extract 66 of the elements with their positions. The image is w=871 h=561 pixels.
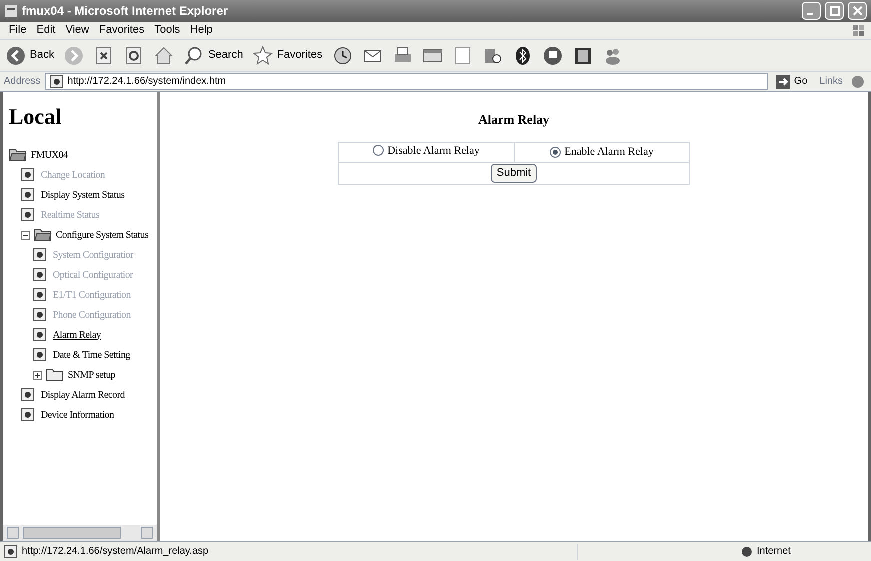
- folder-icon: [46, 368, 64, 382]
- menu-item[interactable]: View: [60, 22, 94, 39]
- maximize-icon: [830, 6, 840, 16]
- page-icon: [21, 188, 35, 202]
- back-button[interactable]: Back: [4, 46, 56, 66]
- horizontal-scrollbar[interactable]: [3, 525, 157, 541]
- tree-item-link[interactable]: Device Information: [41, 408, 114, 422]
- menu-item[interactable]: Edit: [32, 22, 61, 39]
- menu-item[interactable]: Help: [185, 22, 218, 39]
- page-icon: [33, 308, 47, 322]
- home-icon: [154, 46, 174, 66]
- tree-item-link[interactable]: Display Alarm Record: [41, 388, 125, 402]
- page-icon: [33, 348, 47, 362]
- security-zone: Internet: [757, 545, 792, 559]
- links-button[interactable]: Links: [816, 74, 847, 89]
- tree-item-link[interactable]: Alarm Relay: [53, 328, 102, 342]
- page-icon: [33, 268, 47, 282]
- close-button[interactable]: [848, 2, 867, 20]
- search-button[interactable]: Search: [182, 46, 246, 66]
- page-icon: [21, 208, 35, 222]
- menu-item[interactable]: Tools: [150, 22, 186, 39]
- page-icon: [4, 544, 18, 558]
- address-label: Address: [4, 75, 41, 89]
- page-icon: [33, 288, 47, 302]
- sidebar-title: Local: [9, 103, 63, 131]
- stop-icon: [94, 46, 114, 66]
- globe-icon: [851, 74, 867, 88]
- page-icon: [50, 74, 64, 88]
- page-icon: [21, 388, 35, 402]
- go-button[interactable]: Go: [772, 74, 812, 89]
- tree-item-link[interactable]: Date & Time Setting: [53, 348, 130, 362]
- window-title: fmux04 - Microsoft Internet Explorer: [22, 3, 230, 20]
- back-icon: [6, 46, 26, 66]
- note-icon: [452, 46, 473, 66]
- expand-toggle[interactable]: [33, 370, 42, 380]
- status-url: http://172.24.1.66/system/Alarm_relay.asp: [22, 545, 210, 559]
- minimize-icon: [807, 13, 813, 15]
- submit-button[interactable]: Submit: [490, 164, 538, 182]
- search-icon: [184, 46, 204, 66]
- open-folder-icon: [34, 228, 52, 242]
- tree-item-link[interactable]: Display System Status: [41, 188, 125, 202]
- history-icon: [332, 46, 353, 66]
- page-icon: [4, 4, 18, 18]
- address-field[interactable]: http://172.24.1.66/system/index.htm: [44, 73, 768, 90]
- forward-icon: [64, 46, 84, 66]
- collapse-toggle[interactable]: [21, 230, 30, 240]
- globe-icon: [741, 546, 753, 558]
- maximize-button[interactable]: [825, 2, 844, 20]
- tree-folder-label[interactable]: SNMP setup: [68, 368, 116, 382]
- windows-logo-icon: [851, 24, 867, 38]
- page-icon: [21, 168, 35, 182]
- minimize-button[interactable]: [802, 2, 821, 20]
- page-heading: Alarm Relay: [478, 111, 550, 129]
- page-icon: [33, 328, 47, 342]
- arrow-icon: [776, 74, 790, 88]
- page-icon: [21, 408, 35, 422]
- tree-folder-label[interactable]: Configure System Status: [56, 228, 149, 242]
- page-icon: [33, 248, 47, 262]
- menu-item[interactable]: Favorites: [94, 22, 150, 39]
- favorites-icon: [253, 46, 274, 66]
- favorites-button[interactable]: Favorites: [251, 46, 325, 66]
- open-folder-icon: [9, 148, 27, 162]
- close-icon: [852, 6, 862, 16]
- tree-folder-label[interactable]: FMUX04: [31, 148, 68, 162]
- menu-item[interactable]: File: [4, 22, 32, 39]
- refresh-icon: [124, 46, 144, 66]
